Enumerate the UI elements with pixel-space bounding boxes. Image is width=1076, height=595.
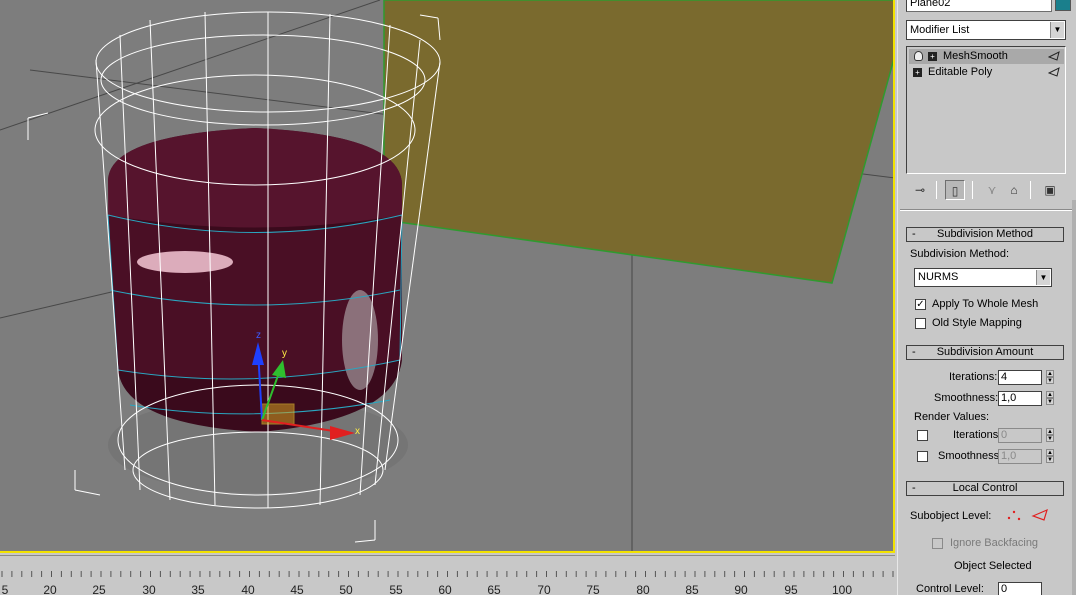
pin-stack-icon[interactable]: ⊸ [910, 180, 930, 200]
collapse-icon: - [912, 228, 916, 240]
collapse-icon: - [912, 346, 916, 358]
ruler-label: 45 [290, 583, 304, 595]
subobject-level-label: Subobject Level: [910, 510, 992, 522]
lightbulb-icon[interactable] [914, 51, 923, 62]
stack-item-editable-poly[interactable]: + Editable Poly [909, 65, 1064, 80]
cup-object[interactable] [107, 128, 403, 432]
ruler-label: 80 [636, 583, 650, 595]
iterations-label: Iterations: [949, 371, 998, 383]
apply-whole-mesh-checkbox[interactable]: ✓ [915, 299, 926, 310]
viewport-scene: z y x [0, 0, 895, 551]
rollout-local-control[interactable]: - Local Control [906, 481, 1064, 496]
command-panel-scrollbar[interactable] [1072, 200, 1076, 595]
control-level-input[interactable]: 0 [998, 582, 1042, 595]
gizmo-z-label: z [256, 330, 261, 341]
iterations-input[interactable]: 4 [998, 370, 1042, 385]
apply-whole-mesh-label: Apply To Whole Mesh [932, 298, 1039, 310]
render-smoothness-checkbox[interactable] [917, 451, 928, 462]
render-smoothness-spinner[interactable]: ▲ ▼ [1046, 449, 1054, 464]
ruler-label: 35 [191, 583, 205, 595]
modifier-list-dropdown[interactable]: Modifier List ▼ [906, 20, 1066, 40]
3ds-max-window: z y x 5 20 25 30 35 40 45 50 55 60 65 70 75 80 85 90 95 1… [0, 0, 1076, 595]
rollout-title: Subdivision Amount [936, 346, 1034, 358]
expand-icon[interactable]: + [913, 67, 922, 77]
ruler-label: 60 [438, 583, 452, 595]
render-iterations-checkbox[interactable] [917, 430, 928, 441]
ruler-label: 75 [586, 583, 600, 595]
gizmo-y-label: y [282, 348, 287, 359]
collapse-icon: - [912, 482, 916, 494]
smoothness-input[interactable]: 1,0 [998, 391, 1042, 406]
ruler-label: 95 [784, 583, 798, 595]
vertex-icon[interactable] [1006, 508, 1022, 522]
ruler-label: 25 [92, 583, 106, 595]
render-values-label: Render Values: [914, 411, 990, 423]
iterations-spinner[interactable]: ▲ ▼ [1046, 370, 1054, 385]
ruler-label: 70 [537, 583, 551, 595]
smoothness-spinner[interactable]: ▲ ▼ [1046, 391, 1054, 406]
rollout-subdivision-amount[interactable]: - Subdivision Amount [906, 345, 1064, 360]
modifier-toggle-icon[interactable] [1048, 67, 1060, 77]
render-iterations-input[interactable]: 0 [998, 428, 1042, 443]
ignore-backfacing-label: Ignore Backfacing [950, 537, 1039, 549]
rollout-subdivision-method[interactable]: - Subdivision Method [906, 227, 1064, 242]
expand-icon[interactable]: + [928, 51, 937, 61]
render-smoothness-input[interactable]: 1,0 [998, 449, 1042, 464]
subdivision-method-dropdown[interactable]: NURMS ▼ [914, 268, 1052, 287]
control-level-label: Control Level: [916, 583, 984, 595]
chevron-down-icon: ▼ [1036, 270, 1050, 285]
ruler-label: 5 [2, 583, 9, 595]
rollout-title: Local Control [952, 482, 1018, 494]
ruler-label: 40 [241, 583, 255, 595]
old-style-mapping-checkbox[interactable] [915, 318, 926, 329]
stack-item-label: MeshSmooth [943, 50, 1008, 62]
modifier-list-label: Modifier List [910, 24, 970, 36]
perspective-viewport[interactable]: z y x [0, 0, 895, 553]
ruler-label: 55 [389, 583, 403, 595]
ruler-label: 100 [832, 583, 852, 595]
modifier-stack[interactable]: + MeshSmooth + Editable Poly [906, 46, 1066, 174]
make-unique-icon[interactable]: ⋎ [982, 180, 1002, 200]
chevron-down-icon: ▼ [1050, 22, 1064, 38]
ruler-ticks: 5 20 25 30 35 40 45 50 55 60 65 70 75 80 85 90 95 100 [1, 571, 894, 595]
configure-modifier-sets-icon[interactable]: ▣ [1040, 180, 1060, 200]
ruler-label: 20 [43, 583, 57, 595]
ruler-label: 30 [142, 583, 156, 595]
ruler-label: 85 [685, 583, 699, 595]
selection-status: Object Selected [954, 560, 1032, 572]
subdivision-method-value: NURMS [918, 271, 959, 283]
plane-object[interactable] [383, 0, 895, 284]
ruler-label: 90 [734, 583, 748, 595]
render-smoothness-label: Smoothness: [938, 450, 1003, 462]
time-ruler[interactable]: 5 20 25 30 35 40 45 50 55 60 65 70 75 80 85 90 95 100 [0, 555, 895, 595]
ruler-label: 50 [339, 583, 353, 595]
show-end-result-icon[interactable]: ▯ [945, 180, 965, 200]
smoothness-label: Smoothness: [934, 392, 999, 404]
stack-item-meshsmooth[interactable]: + MeshSmooth [909, 49, 1064, 64]
modifier-toggle-icon[interactable] [1048, 51, 1060, 61]
object-name-field[interactable]: Plane02 [906, 0, 1052, 12]
gizmo-x-label: x [355, 426, 360, 437]
remove-modifier-icon[interactable]: ⌂ [1004, 180, 1024, 200]
ruler-label: 65 [487, 583, 501, 595]
rollout-title: Subdivision Method [936, 228, 1033, 240]
ignore-backfacing-checkbox[interactable] [932, 538, 943, 549]
render-iterations-label: Iterations: [953, 429, 1002, 441]
edge-icon[interactable] [1031, 508, 1049, 522]
object-color-swatch[interactable] [1055, 0, 1071, 11]
old-style-mapping-label: Old Style Mapping [932, 317, 1022, 329]
command-panel: Plane02 Modifier List ▼ + MeshSmooth + Edi… [897, 0, 1076, 595]
stack-item-label: Editable Poly [928, 66, 993, 78]
subdivision-method-label: Subdivision Method: [910, 248, 1010, 260]
render-iterations-spinner[interactable]: ▲ ▼ [1046, 428, 1054, 443]
